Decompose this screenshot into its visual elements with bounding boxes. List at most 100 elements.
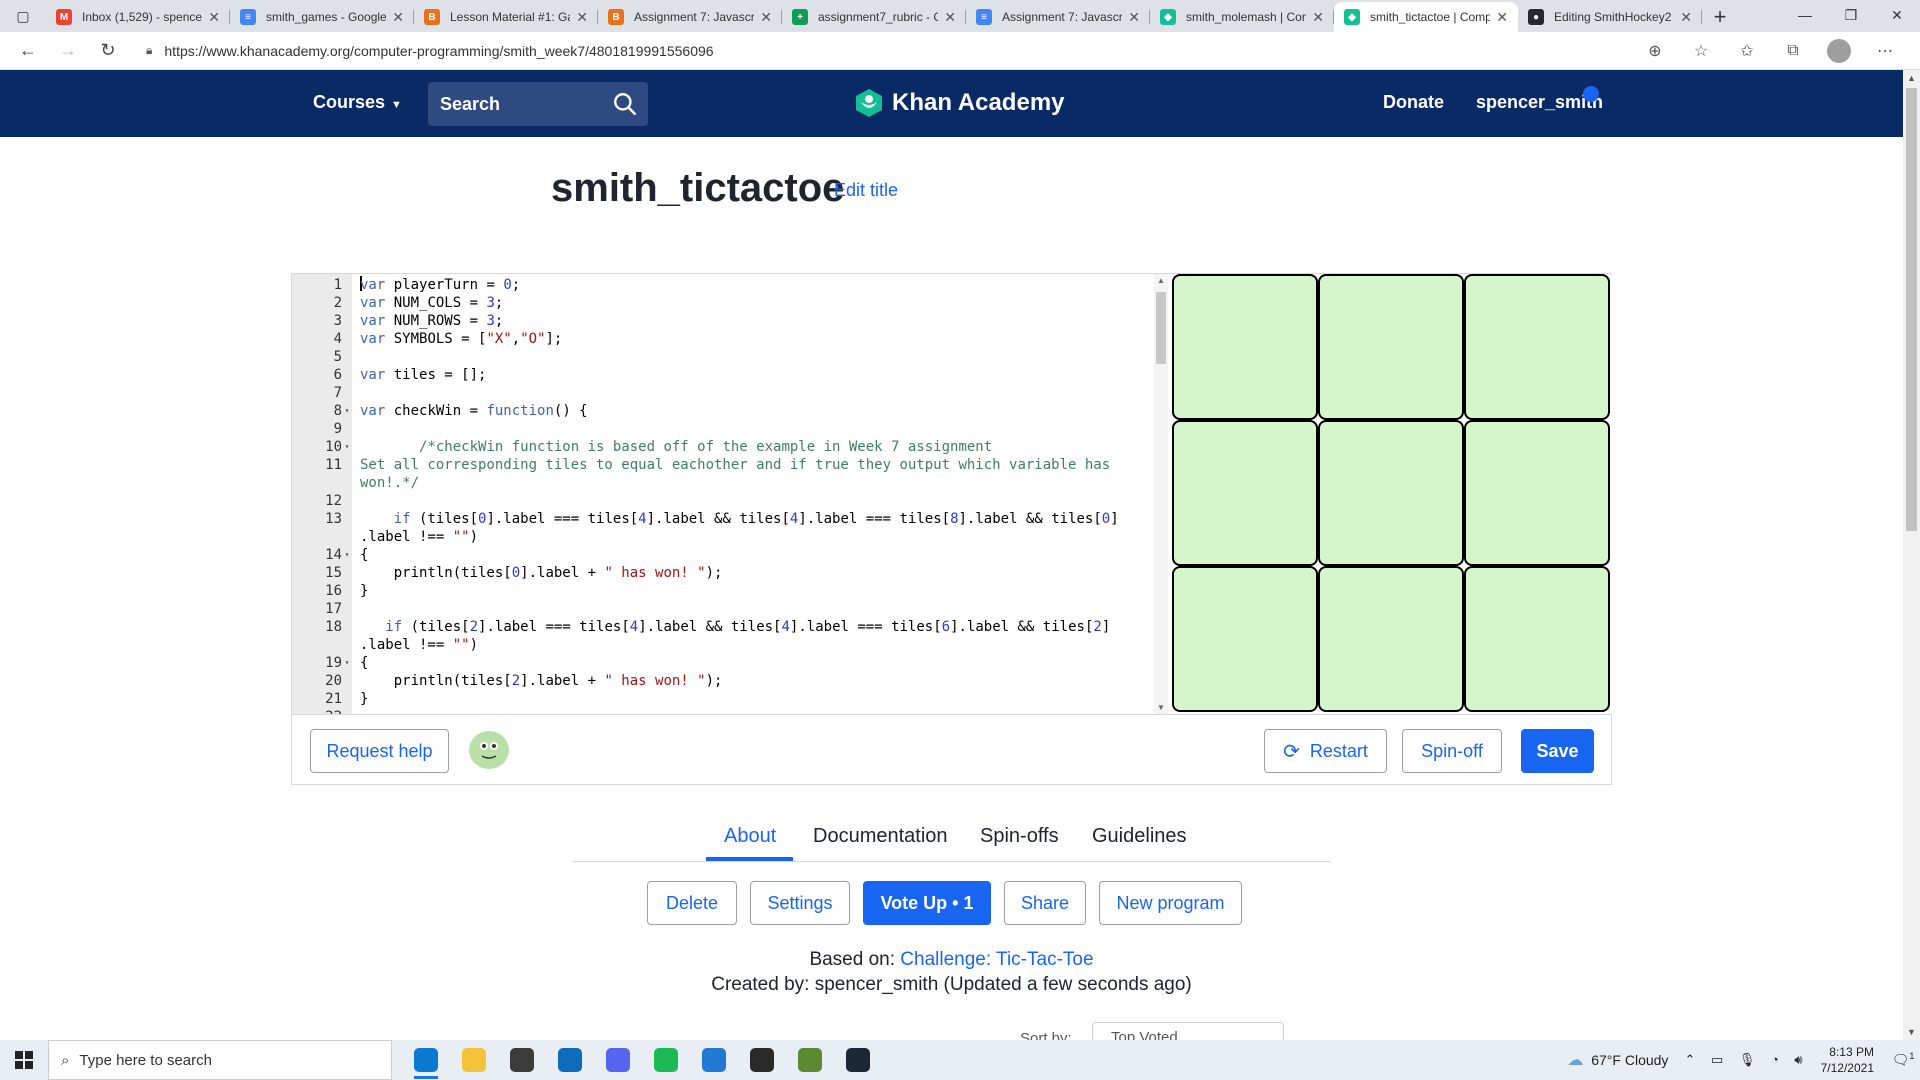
- scroll-down-icon[interactable]: ▼: [1154, 703, 1168, 712]
- new-tab-button[interactable]: +: [1702, 2, 1738, 32]
- tray-icons[interactable]: ⌃ ▭ 🎙︎ ◔ 🔊︎: [1684, 1052, 1808, 1068]
- editor-scrollbar-thumb[interactable]: [1156, 292, 1166, 364]
- code-line[interactable]: 13 if (tiles[0].label === tiles[4].label…: [292, 510, 1152, 528]
- taskbar-app-discord[interactable]: [594, 1040, 642, 1080]
- minimize-icon[interactable]: —: [1782, 0, 1828, 30]
- program-output-canvas[interactable]: [1172, 274, 1612, 714]
- code-line[interactable]: 19 ▾ {: [292, 654, 1152, 672]
- profile-avatar[interactable]: [1827, 38, 1851, 63]
- tab-actions-icon[interactable]: ▢: [0, 0, 46, 32]
- close-tab-icon[interactable]: ✕: [208, 9, 220, 26]
- browser-tab[interactable]: B Assignment 7: Javascri ✕: [598, 2, 782, 32]
- tile[interactable]: [1464, 274, 1610, 420]
- tile[interactable]: [1464, 566, 1610, 712]
- collections-icon[interactable]: ⧉: [1770, 42, 1816, 60]
- scroll-up-icon[interactable]: ▲: [1903, 73, 1920, 83]
- refresh-icon[interactable]: ↻: [88, 33, 128, 69]
- code-line[interactable]: 9: [292, 420, 1152, 438]
- code-line[interactable]: 5: [292, 348, 1152, 366]
- tile[interactable]: [1318, 566, 1464, 712]
- browser-tab[interactable]: ≡ smith_games - Google ✕: [230, 2, 414, 32]
- code-line[interactable]: 12: [292, 492, 1152, 510]
- code-line[interactable]: 21}: [292, 690, 1152, 708]
- tab-documentation[interactable]: Documentation: [813, 825, 948, 848]
- code-line[interactable]: 3 var NUM_ROWS = 3;: [292, 312, 1152, 330]
- courses-menu[interactable]: Courses ▼: [313, 92, 402, 113]
- clock[interactable]: 8:13 PM 7/12/2021: [1821, 1044, 1874, 1076]
- favorite-star-icon[interactable]: ☆: [1678, 41, 1724, 61]
- code-line[interactable]: 14 ▾ {: [292, 546, 1152, 564]
- tab-spinoffs[interactable]: Spin-offs: [980, 825, 1059, 848]
- restore-icon[interactable]: ❐: [1828, 0, 1874, 30]
- favorites-icon[interactable]: ✩: [1724, 41, 1770, 61]
- tile[interactable]: [1172, 566, 1318, 712]
- close-tab-icon[interactable]: ✕: [1312, 9, 1324, 26]
- tab-about[interactable]: About: [724, 825, 776, 848]
- url-field[interactable]: 🔒︎ https://www.khanacademy.org/computer-…: [146, 43, 1632, 59]
- taskbar-app-minecraft[interactable]: [786, 1040, 834, 1080]
- search-icon[interactable]: [612, 91, 638, 117]
- scroll-down-icon[interactable]: ▼: [1903, 1027, 1920, 1037]
- tile[interactable]: [1318, 274, 1464, 420]
- edit-title-link[interactable]: Edit title: [834, 180, 898, 201]
- close-window-icon[interactable]: ✕: [1874, 0, 1920, 30]
- code-line[interactable]: 16}: [292, 582, 1152, 600]
- tile[interactable]: [1172, 274, 1318, 420]
- taskbar-app-mail[interactable]: [546, 1040, 594, 1080]
- browser-tab[interactable]: ◆ smith_molemash | Con ✕: [1150, 2, 1334, 32]
- taskbar-app-app-blue[interactable]: [690, 1040, 738, 1080]
- browser-tab[interactable]: ◆ smith_tictactoe | Comp ✕: [1334, 2, 1518, 32]
- weather-widget[interactable]: ☁ 67°F Cloudy: [1567, 1050, 1668, 1070]
- vote-up-button[interactable]: Vote Up • 1: [863, 881, 991, 925]
- back-icon[interactable]: ←: [8, 33, 48, 69]
- settings-button[interactable]: Settings: [750, 881, 850, 925]
- delete-button[interactable]: Delete: [647, 881, 737, 925]
- code-line[interactable]: 2 var NUM_COLS = 3;: [292, 294, 1152, 312]
- spinoff-button[interactable]: Spin-off: [1402, 729, 1502, 773]
- start-button[interactable]: [0, 1040, 48, 1080]
- share-button[interactable]: Share: [1004, 881, 1086, 925]
- browser-tab[interactable]: ≡ Assignment 7: Javascri ✕: [966, 2, 1150, 32]
- code-line[interactable]: 10 ▾ /*checkWin function is based off of …: [292, 438, 1152, 456]
- fold-toggle-icon[interactable]: ▾: [342, 402, 352, 420]
- code-line[interactable]: 7: [292, 384, 1152, 402]
- close-tab-icon[interactable]: ✕: [944, 9, 956, 26]
- browser-tab[interactable]: + assignment7_rubric - G ✕: [782, 2, 966, 32]
- code-line[interactable]: 8 ▾ var checkWin = function() {: [292, 402, 1152, 420]
- close-tab-icon[interactable]: ✕: [1128, 9, 1140, 26]
- notification-dot[interactable]: [1583, 86, 1599, 102]
- zoom-icon[interactable]: ⊕: [1632, 41, 1678, 61]
- code-line[interactable]: .label !== ""): [292, 636, 1152, 654]
- donate-link[interactable]: Donate: [1383, 92, 1444, 113]
- taskbar-app-edge[interactable]: [402, 1040, 450, 1080]
- close-tab-icon[interactable]: ✕: [1680, 9, 1692, 26]
- code-line[interactable]: 18 if (tiles[2].label === tiles[4].label…: [292, 618, 1152, 636]
- editor-scrollbar[interactable]: ▲ ▼: [1154, 274, 1168, 714]
- request-help-button[interactable]: Request help: [310, 729, 449, 773]
- fold-toggle-icon[interactable]: ▾: [342, 438, 352, 456]
- tile[interactable]: [1318, 420, 1464, 566]
- khan-academy-logo[interactable]: Khan Academy: [854, 88, 1065, 118]
- browser-tab[interactable]: ● Editing SmithHockey2 ✕: [1518, 2, 1702, 32]
- close-tab-icon[interactable]: ✕: [1496, 9, 1508, 26]
- site-search-input[interactable]: Search: [428, 82, 648, 126]
- taskbar-app-spotify[interactable]: [642, 1040, 690, 1080]
- code-line[interactable]: 11 Set all corresponding tiles to equal e…: [292, 456, 1152, 474]
- close-tab-icon[interactable]: ✕: [392, 9, 404, 26]
- fold-toggle-icon[interactable]: ▾: [342, 546, 352, 564]
- avatar-icon[interactable]: [467, 727, 511, 771]
- tab-guidelines[interactable]: Guidelines: [1092, 825, 1187, 848]
- code-line[interactable]: won!.*/: [292, 474, 1152, 492]
- taskbar-app-steam[interactable]: [834, 1040, 882, 1080]
- code-line[interactable]: 6 var tiles = [];: [292, 366, 1152, 384]
- fold-toggle-icon[interactable]: ▾: [342, 654, 352, 672]
- notification-center-icon[interactable]: 🗨︎1: [1886, 1051, 1920, 1069]
- tile[interactable]: [1464, 420, 1610, 566]
- code-editor[interactable]: 1 var playerTurn = 0; 2 var NUM_COLS = 3; 3 v…: [292, 274, 1156, 714]
- tile[interactable]: [1172, 420, 1318, 566]
- code-line[interactable]: 4 var SYMBOLS = ["X","O"];: [292, 330, 1152, 348]
- new-program-button[interactable]: New program: [1099, 881, 1242, 925]
- taskbar-app-file-explorer[interactable]: [450, 1040, 498, 1080]
- code-line[interactable]: 20 println(tiles[2].label + " has won! "…: [292, 672, 1152, 690]
- code-line[interactable]: .label !== ""): [292, 528, 1152, 546]
